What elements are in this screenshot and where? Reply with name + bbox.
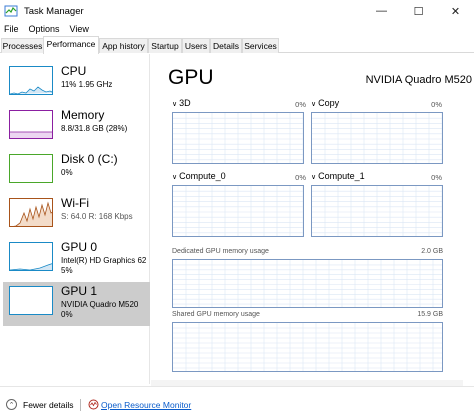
graph-engine-selector-compute0[interactable]: ∨ Compute_0 — [172, 171, 226, 181]
window-title: Task Manager — [24, 5, 84, 17]
tab-app-history[interactable]: App history — [99, 38, 148, 53]
minimize-button[interactable]: — — [363, 0, 400, 22]
sidebar-item-memory[interactable]: Memory 8.8/31.8 GB (28%) — [3, 106, 150, 150]
sidebar-item-detail: 8.8/31.8 GB (28%) — [61, 124, 128, 133]
sidebar-item-disk[interactable]: Disk 0 (C:) 0% — [3, 150, 150, 194]
footer-bar: ⌃ Fewer details Open Resource Monitor — [0, 386, 474, 420]
tab-strip: Processes Performance App history Startu… — [0, 36, 474, 54]
gpu0-thumbnail-graph — [9, 242, 53, 271]
sidebar-item-usage: 0% — [61, 310, 73, 319]
tab-performance[interactable]: Performance — [43, 36, 99, 54]
graph-percent: 0% — [295, 100, 306, 109]
chevron-down-icon: ∨ — [172, 174, 178, 181]
chevron-down-icon: ∨ — [172, 101, 178, 108]
graph-compute1 — [311, 185, 443, 237]
sidebar-item-gpu1[interactable]: GPU 1 NVIDIA Quadro M520 0% — [3, 282, 150, 326]
fewer-details-button[interactable]: ⌃ Fewer details — [6, 399, 74, 410]
sidebar-item-title: GPU 1 — [61, 284, 98, 298]
shared-memory-value: 15.9 GB — [417, 311, 443, 318]
memory-thumbnail-graph — [9, 110, 53, 139]
tab-details[interactable]: Details — [210, 38, 242, 53]
resource-monitor-icon — [88, 399, 99, 410]
graph-3d — [172, 112, 304, 164]
shared-memory-label: Shared GPU memory usage — [172, 311, 260, 318]
graph-dedicated-memory — [172, 259, 443, 308]
tab-processes[interactable]: Processes — [1, 38, 44, 53]
graph-shared-memory — [172, 322, 443, 372]
tab-startup[interactable]: Startup — [148, 38, 182, 53]
gpu-detail-panel: GPU NVIDIA Quadro M520 ∨ 3D 0% ∨ Copy 0% ∨… — [151, 54, 474, 384]
menu-options[interactable]: Options — [29, 24, 60, 34]
tab-services[interactable]: Services — [242, 38, 279, 53]
graph-compute0 — [172, 185, 304, 237]
sidebar-item-detail: NVIDIA Quadro M520 — [61, 300, 139, 309]
maximize-button[interactable]: ☐ — [400, 0, 437, 22]
sidebar-item-wifi[interactable]: Wi-Fi S: 64.0 R: 168 Kbps — [3, 194, 150, 238]
sidebar-item-detail: 11% 1.95 GHz — [61, 80, 113, 89]
page-title: GPU — [168, 66, 214, 89]
menu-bar: File Options View — [0, 22, 99, 36]
sidebar-item-detail: 0% — [61, 168, 73, 177]
gpu-device-name: NVIDIA Quadro M520 — [365, 74, 472, 86]
title-bar: Task Manager — ☐ ✕ — [0, 0, 474, 22]
dedicated-memory-label: Dedicated GPU memory usage — [172, 248, 269, 255]
gpu1-thumbnail-graph — [9, 286, 53, 315]
chevron-down-icon: ∨ — [311, 174, 317, 181]
graph-percent: 0% — [431, 173, 442, 182]
sidebar-item-title: Disk 0 (C:) — [61, 152, 118, 166]
sidebar-item-title: Memory — [61, 108, 105, 122]
chevron-up-icon: ⌃ — [6, 399, 17, 410]
sidebar-item-title: GPU 0 — [61, 240, 98, 254]
dedicated-memory-value: 2.0 GB — [421, 248, 443, 255]
sidebar-item-title: CPU — [61, 64, 87, 78]
menu-view[interactable]: View — [70, 24, 89, 34]
menu-file[interactable]: File — [4, 24, 19, 34]
footer-separator — [80, 399, 81, 411]
sidebar-item-cpu[interactable]: CPU 11% 1.95 GHz — [3, 62, 150, 106]
open-resource-monitor-label: Open Resource Monitor — [101, 399, 192, 410]
cpu-thumbnail-graph — [9, 66, 53, 95]
graph-percent: 0% — [431, 100, 442, 109]
tab-users[interactable]: Users — [182, 38, 210, 53]
sidebar-item-detail: S: 64.0 R: 168 Kbps — [61, 212, 133, 221]
graph-percent: 0% — [295, 173, 306, 182]
disk-thumbnail-graph — [9, 154, 53, 183]
chevron-down-icon: ∨ — [311, 101, 317, 108]
graph-copy — [311, 112, 443, 164]
sidebar-item-usage: 5% — [61, 266, 73, 275]
close-button[interactable]: ✕ — [437, 0, 474, 22]
task-manager-icon — [4, 5, 18, 17]
sidebar-item-detail: Intel(R) HD Graphics 62 — [61, 256, 147, 265]
fewer-details-label: Fewer details — [23, 399, 74, 410]
sidebar-item-gpu0[interactable]: GPU 0 Intel(R) HD Graphics 62 5% — [3, 238, 150, 282]
sidebar-item-title: Wi-Fi — [61, 196, 89, 210]
performance-sidebar: CPU 11% 1.95 GHz Memory 8.8/31.8 GB (28%… — [0, 54, 150, 384]
wifi-thumbnail-graph — [9, 198, 53, 227]
graph-engine-selector-compute1[interactable]: ∨ Compute_1 — [311, 171, 365, 181]
open-resource-monitor-link[interactable]: Open Resource Monitor — [88, 399, 191, 410]
graph-engine-selector-copy[interactable]: ∨ Copy — [311, 98, 339, 108]
graph-engine-selector-3d[interactable]: ∨ 3D — [172, 98, 191, 108]
scrollbar[interactable] — [464, 54, 472, 384]
